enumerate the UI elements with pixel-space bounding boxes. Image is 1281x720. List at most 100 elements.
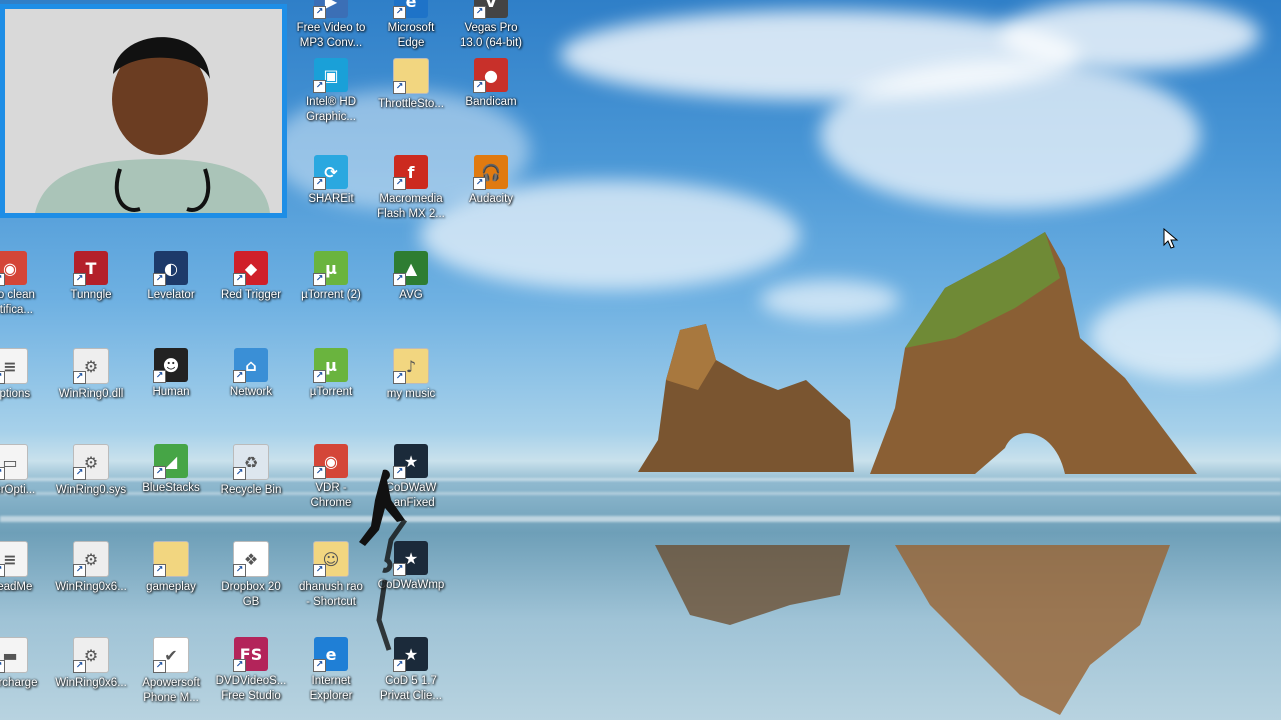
text-file-icon: ≡↗ (0, 541, 28, 577)
webcam-overlay (0, 4, 287, 218)
tunngle-icon: T ↗ (73, 251, 108, 286)
folder-icon: ↗ (153, 541, 189, 577)
sys-file-icon: ⚙ ↗ (73, 444, 109, 480)
shortcut-arrow-icon: ↗ (233, 564, 246, 577)
dvdvideosoft-icon: FS ↗ (233, 637, 268, 672)
shortcut-arrow-icon: ↗ (473, 6, 486, 19)
shortcut-arrow-icon: ↗ (233, 273, 246, 286)
desktop-icon-label: Microsoft Edge (387, 22, 435, 49)
rock-reflection-right (895, 545, 1170, 715)
bandicam-icon: ● ↗ (473, 58, 508, 93)
desktop-icon[interactable]: ◢ ↗ BlueStacks (129, 444, 213, 496)
desktop-icon[interactable]: f ↗ Macromedia Flash MX 2... (369, 155, 453, 222)
desktop-icon[interactable]: ▭↗...erOpti... (0, 444, 52, 498)
desktop-icon[interactable]: ⟳ ↗ SHAREit (289, 155, 373, 207)
desktop-icon[interactable]: ◆ ↗ Red Trigger (209, 251, 293, 303)
desktop-icon[interactable]: ♪ ↗ my music (369, 348, 453, 402)
desktop-icon[interactable]: ▬↗...ercharge (0, 637, 52, 691)
desktop-icon[interactable]: ≡↗...eadMe (0, 541, 52, 595)
desktop-icon[interactable]: e ↗ Microsoft Edge (369, 0, 453, 51)
file-icon: ⚙ ↗ (73, 637, 109, 673)
desktop-icon[interactable]: µ ↗ µTorrent (2) (289, 251, 373, 303)
red-trigger-icon: ◆ ↗ (233, 251, 268, 286)
desktop-icon[interactable]: V ↗ Vegas Pro 13.0 (64-bit) (449, 0, 533, 51)
desktop-icon[interactable]: ♻ ↗ Recycle Bin (209, 444, 293, 498)
desktop-icon[interactable]: ⚙ ↗ WinRing0x6... (49, 637, 133, 691)
flash-icon: f ↗ (393, 155, 428, 190)
desktop-icon-label: Bandicam (465, 96, 517, 108)
desktop-icon[interactable]: ⚙ ↗ WinRing0.dll (49, 348, 133, 402)
shortcut-arrow-icon: ↗ (313, 370, 326, 383)
utorrent-icon: µ ↗ (313, 348, 348, 383)
desktop-icon[interactable]: ⚙ ↗ WinRing0.sys (49, 444, 133, 498)
shortcut-arrow-icon: ↗ (153, 273, 166, 286)
desktop-icon-label: Network (229, 386, 273, 398)
dll-file-icon: ⚙ ↗ (73, 348, 109, 384)
desktop-icon-label: WinRing0.sys (55, 484, 127, 496)
desktop-icon[interactable]: ↗ gameplay (129, 541, 213, 595)
shortcut-arrow-icon: ↗ (313, 659, 326, 672)
desktop-icon-label: CoD 5 1.7 Privat Clie... (380, 675, 442, 702)
desktop-icon[interactable]: ▣ ↗ Intel® HD Graphic... (289, 58, 373, 125)
shortcut-arrow-icon: ↗ (73, 467, 86, 480)
window-icon: ▭↗ (0, 444, 28, 480)
document-icon: ≡↗ (0, 348, 28, 384)
desktop-icon-label: Tunngle (70, 289, 112, 301)
desktop-icon[interactable]: ↗ ThrottleSto... (369, 58, 453, 112)
desktop-icon[interactable]: ◉↗...to clean notifica... (0, 251, 52, 318)
desktop-icon-label: WinRing0x6... (55, 677, 127, 689)
desktop-icon[interactable]: ✔ ↗ Apowersoft Phone M... (129, 637, 213, 706)
desktop-icon[interactable]: ◐ ↗ Levelator (129, 251, 213, 303)
shortcut-arrow-icon: ↗ (233, 370, 246, 383)
desktop-icon-label: Recycle Bin (220, 484, 282, 496)
wave (0, 516, 1281, 522)
levelator-icon: ◐ ↗ (153, 251, 188, 286)
shortcut-arrow-icon: ↗ (153, 466, 166, 479)
video-converter-icon: ▶ ↗ (313, 0, 348, 19)
shortcut-arrow-icon: ↗ (393, 81, 406, 94)
desktop-icon[interactable]: ▶ ↗ Free Video to MP3 Conv... (289, 0, 373, 51)
music-folder-icon: ♪ ↗ (393, 348, 429, 384)
desktop-icon[interactable]: ▲ ↗ AVG (369, 251, 453, 303)
desktop-icon[interactable]: ☻ ↗ Human (129, 348, 213, 400)
shortcut-arrow-icon: ↗ (233, 467, 246, 480)
desktop-icon[interactable]: T ↗ Tunngle (49, 251, 133, 303)
rock-left (638, 324, 854, 472)
keyboard-icon: ▬↗ (0, 637, 28, 673)
shortcut-arrow-icon: ↗ (153, 564, 166, 577)
shortcut-arrow-icon: ↗ (0, 467, 5, 480)
edge-icon: e ↗ (393, 0, 428, 19)
desktop-icon-label: Levelator (147, 289, 195, 301)
desktop-icon[interactable]: ● ↗ Bandicam (449, 58, 533, 110)
desktop-icon[interactable]: 🎧 ↗ Audacity (449, 155, 533, 207)
shortcut-arrow-icon: ↗ (233, 659, 246, 672)
desktop-icon-label: Free Video to MP3 Conv... (296, 22, 366, 49)
shortcut-arrow-icon: ↗ (313, 177, 326, 190)
desktop-icon-label: Vegas Pro 13.0 (64-bit) (459, 22, 522, 49)
rock-reflection-left (655, 545, 850, 625)
desktop-icon[interactable]: µ ↗ µTorrent (289, 348, 373, 400)
desktop-icon[interactable]: ⌂ ↗ Network (209, 348, 293, 400)
recycle-bin-icon: ♻ ↗ (233, 444, 269, 480)
shortcut-arrow-icon: ↗ (313, 564, 326, 577)
desktop-icon-label: WinRing0x6... (55, 581, 127, 593)
shortcut-arrow-icon: ↗ (0, 564, 5, 577)
rock-right (870, 232, 1197, 474)
desktop-icon[interactable]: ≡↗...ptions (0, 348, 52, 402)
shortcut-arrow-icon: ↗ (393, 177, 406, 190)
desktop-icon-label: Audacity (468, 193, 514, 205)
shortcut-arrow-icon: ↗ (73, 564, 86, 577)
desktop-icon[interactable]: FS ↗ DVDVideoS... Free Studio (209, 637, 293, 704)
desktop-icon[interactable]: ❖ ↗ Dropbox 20 GB (209, 541, 293, 610)
intel-graphics-icon: ▣ ↗ (313, 58, 348, 93)
desktop-icon-label: Internet Explorer (309, 675, 353, 702)
cloud (1000, 0, 1260, 70)
shortcut-arrow-icon: ↗ (73, 273, 86, 286)
shortcut-arrow-icon: ↗ (0, 273, 5, 286)
desktop-icon-label: Human (152, 386, 190, 398)
desktop-icon[interactable]: ⚙ ↗ WinRing0x6... (49, 541, 133, 595)
mouse-pointer-icon (1163, 228, 1179, 249)
shortcut-arrow-icon: ↗ (393, 371, 406, 384)
person-silhouette (35, 37, 270, 213)
desktop-icon-label: WinRing0.dll (58, 388, 124, 400)
